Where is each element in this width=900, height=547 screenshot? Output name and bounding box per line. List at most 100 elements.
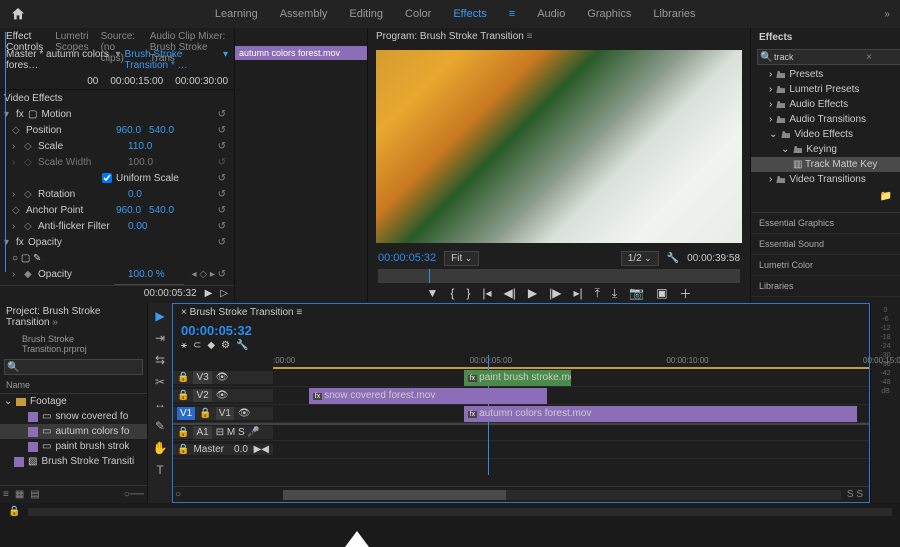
lock-icon[interactable]: 🔒 bbox=[177, 444, 189, 455]
program-monitor[interactable] bbox=[376, 50, 742, 243]
tab-effect-controls[interactable]: Effect Controls bbox=[0, 28, 49, 46]
selection-tool-icon[interactable]: ▶ bbox=[155, 309, 164, 323]
anchor-row[interactable]: ◇Anchor Point960.0540.0↺ bbox=[0, 202, 234, 218]
marker-icon[interactable]: ▼ bbox=[426, 286, 438, 300]
v1-source[interactable]: V1 bbox=[177, 407, 195, 420]
play-icon[interactable]: ▶ bbox=[528, 286, 537, 300]
clip-v3[interactable]: fxpaint brush stroke.mov bbox=[464, 370, 571, 386]
timeline-ruler[interactable]: :00:00 00:00:05:00 00:00:10:00 00:00:15:… bbox=[273, 355, 869, 369]
uniform-scale-checkbox[interactable] bbox=[102, 173, 112, 183]
settings-icon[interactable]: ⚙ bbox=[221, 340, 230, 351]
ec-out-icon[interactable]: ▷ bbox=[220, 288, 228, 301]
new-bin-icon[interactable]: 📁 bbox=[880, 191, 892, 202]
home-icon[interactable] bbox=[10, 6, 26, 22]
program-playhead[interactable] bbox=[429, 269, 430, 283]
ws-assembly[interactable]: Assembly bbox=[280, 8, 328, 20]
ws-color[interactable]: Color bbox=[405, 8, 431, 20]
tab-source[interactable]: Source: (no clips) bbox=[95, 28, 144, 46]
ws-editing[interactable]: Editing bbox=[349, 8, 383, 20]
type-icon[interactable]: T bbox=[156, 463, 163, 477]
fx-track-matte-key[interactable]: ▥Track Matte Key bbox=[751, 157, 900, 172]
ripple-edit-icon[interactable]: ⇆ bbox=[155, 353, 165, 367]
list-view-icon[interactable]: ≡ bbox=[3, 489, 9, 500]
extract-icon[interactable]: ⤓ bbox=[612, 286, 617, 301]
eye-icon[interactable]: 👁 bbox=[216, 372, 229, 383]
snap-icon[interactable]: ⚹ bbox=[181, 340, 187, 351]
button-editor-icon[interactable]: ＋ bbox=[680, 285, 692, 302]
razor-icon[interactable]: ✂ bbox=[155, 375, 165, 389]
track-select-icon[interactable]: ⇥ bbox=[155, 331, 165, 345]
step-back-icon[interactable]: ◀| bbox=[504, 286, 516, 300]
status-lock-icon[interactable]: 🔒 bbox=[8, 506, 20, 520]
compare-icon[interactable]: ▣ bbox=[656, 286, 667, 300]
lock-icon[interactable]: 🔒 bbox=[177, 390, 189, 401]
rotation-row[interactable]: ›◇Rotation0.0↺ bbox=[0, 186, 234, 202]
antiflicker-row[interactable]: ›◇Anti-flicker Filter0.00↺ bbox=[0, 218, 234, 234]
ws-learning[interactable]: Learning bbox=[215, 8, 258, 20]
v2-target[interactable]: V2 bbox=[193, 389, 211, 402]
v3-target[interactable]: V3 bbox=[193, 371, 211, 384]
program-tc-in[interactable]: 00:00:05:32 bbox=[378, 252, 436, 264]
clip-snow[interactable]: ▭snow covered fo bbox=[0, 409, 147, 424]
eye-icon[interactable]: 👁 bbox=[238, 408, 251, 419]
effects-search-input[interactable] bbox=[757, 49, 900, 65]
clip-v2[interactable]: fxsnow covered forest.mov bbox=[309, 388, 547, 404]
wrench-tl-icon[interactable]: 🔧 bbox=[236, 340, 248, 351]
lock-icon[interactable]: 🔒 bbox=[199, 408, 211, 419]
linked-sel-icon[interactable]: ⊂ bbox=[193, 340, 201, 351]
ws-graphics[interactable]: Graphics bbox=[587, 8, 631, 20]
opacity-masks[interactable]: ○ ▢ ✎ bbox=[0, 250, 234, 266]
status-scrollbar[interactable] bbox=[28, 508, 892, 516]
marker-add-icon[interactable]: ◆ bbox=[207, 340, 215, 351]
hand-icon[interactable]: ✋ bbox=[153, 441, 168, 455]
uniform-scale-row[interactable]: Uniform Scale↺ bbox=[0, 170, 234, 186]
ws-libraries[interactable]: Libraries bbox=[653, 8, 695, 20]
ws-effects[interactable]: Effects bbox=[453, 8, 486, 20]
fx-lumetri-presets[interactable]: ›Lumetri Presets bbox=[751, 82, 900, 97]
overflow-icon[interactable]: » bbox=[884, 9, 890, 20]
panel-libraries[interactable]: Libraries bbox=[751, 276, 900, 297]
project-search[interactable]: 🔍 bbox=[4, 359, 143, 375]
program-zoom[interactable]: Fit ⌄ bbox=[444, 251, 479, 266]
pen-icon[interactable]: ✎ bbox=[155, 419, 165, 433]
lift-icon[interactable]: ⤒ bbox=[595, 286, 600, 301]
timeline-scrollbar[interactable] bbox=[283, 490, 841, 500]
slip-icon[interactable]: ↔ bbox=[154, 397, 166, 411]
clip-autumn[interactable]: ▭autumn colors fo bbox=[0, 424, 147, 439]
icon-view-icon[interactable]: ▦ bbox=[15, 489, 24, 500]
fx-video-effects[interactable]: ⌄Video Effects bbox=[751, 127, 900, 142]
fx-video-transitions[interactable]: ›Video Transitions bbox=[751, 172, 900, 187]
out-icon[interactable]: } bbox=[466, 286, 470, 300]
fx-presets[interactable]: ›Presets bbox=[751, 67, 900, 82]
a1-target[interactable]: A1 bbox=[193, 426, 211, 439]
motion-row[interactable]: ▾fx▢Motion↺ bbox=[0, 106, 234, 122]
fx-audio-transitions[interactable]: ›Audio Transitions bbox=[751, 112, 900, 127]
eye-icon[interactable]: 👁 bbox=[216, 390, 229, 401]
opacity-value-row[interactable]: ›◆Opacity100.0 %◂ ◇ ▸ ↺ bbox=[0, 266, 234, 282]
clip-paint[interactable]: ▭paint brush strok bbox=[0, 439, 147, 454]
wrench-icon[interactable]: 🔧 bbox=[667, 253, 679, 264]
clip-v1[interactable]: fxautumn colors forest.mov bbox=[464, 406, 857, 422]
opacity-header[interactable]: ▾fxOpacity↺ bbox=[0, 234, 234, 250]
fx-keying[interactable]: ⌄Keying bbox=[751, 142, 900, 157]
ws-audio[interactable]: Audio bbox=[537, 8, 565, 20]
tab-audio-mixer[interactable]: Audio Clip Mixer: Brush Stroke Trans bbox=[144, 28, 234, 46]
bin-footage[interactable]: ⌄Footage bbox=[0, 394, 147, 409]
panel-lumetri-color[interactable]: Lumetri Color bbox=[751, 255, 900, 276]
ws-menu-icon[interactable]: ≡ bbox=[509, 8, 515, 20]
in-icon[interactable]: { bbox=[450, 286, 454, 300]
position-row[interactable]: ◇Position960.0540.0↺ bbox=[0, 122, 234, 138]
program-ruler[interactable] bbox=[378, 269, 740, 283]
fx-audio-effects[interactable]: ›Audio Effects bbox=[751, 97, 900, 112]
tab-lumetri-scopes[interactable]: Lumetri Scopes bbox=[49, 28, 94, 46]
timeline-timecode[interactable]: 00:00:05:32 bbox=[181, 323, 252, 338]
lock-icon[interactable]: 🔒 bbox=[177, 372, 189, 383]
panel-essential-sound[interactable]: Essential Sound bbox=[751, 234, 900, 255]
freeform-icon[interactable]: ▤ bbox=[30, 489, 39, 500]
scale-row[interactable]: ›◇Scale110.0↺ bbox=[0, 138, 234, 154]
ec-play-icon[interactable]: ▶ bbox=[205, 288, 213, 301]
clear-search-icon[interactable]: × bbox=[866, 52, 872, 63]
ec-playhead[interactable] bbox=[5, 32, 6, 272]
step-fwd-icon[interactable]: |▶ bbox=[549, 286, 561, 300]
goto-in-icon[interactable]: |◂ bbox=[482, 286, 491, 300]
